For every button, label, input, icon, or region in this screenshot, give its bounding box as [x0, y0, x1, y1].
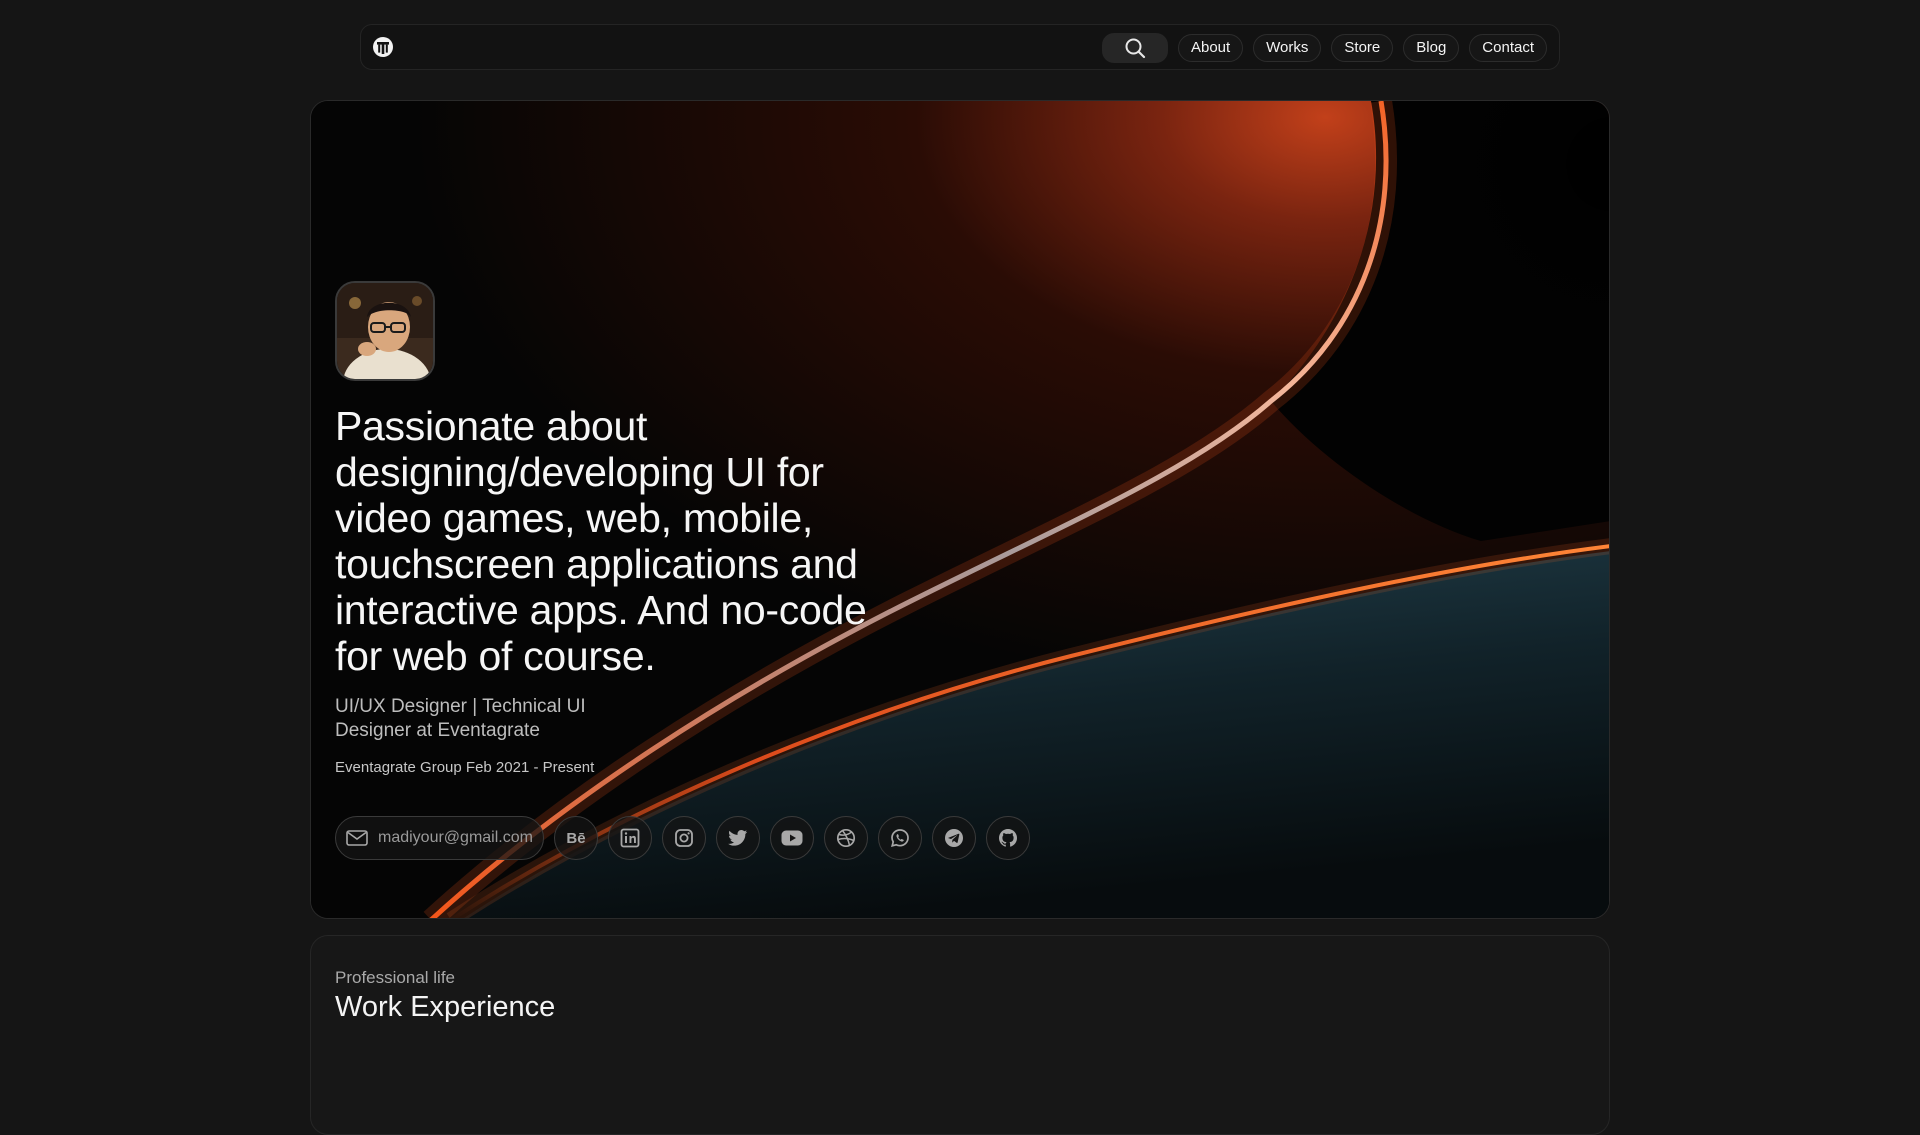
instagram-button[interactable] [661, 816, 706, 860]
avatar-portrait-image [337, 283, 433, 379]
work-kicker: Professional life [335, 968, 456, 987]
github-icon [998, 829, 1017, 847]
youtube-button[interactable] [769, 816, 814, 860]
top-nav: About Works Store Blog Contact [360, 24, 1560, 70]
github-button[interactable] [985, 816, 1030, 860]
whatsapp-button[interactable] [877, 816, 922, 860]
hero-company: Eventagrate Group Feb 2021 - Present [335, 759, 595, 776]
hero-role: UI/UX Designer | Technical UI Designer a… [335, 696, 586, 741]
nav-link-works[interactable]: Works [1253, 34, 1322, 62]
work-title: Work Experience [335, 991, 556, 1023]
hero-headline: Passionate about designing/developing UI… [335, 403, 867, 679]
avatar [335, 281, 435, 381]
mail-icon [346, 830, 368, 846]
search-icon [1125, 38, 1146, 59]
twitter-icon [728, 830, 748, 846]
behance-icon: Bē [566, 829, 586, 847]
youtube-icon [781, 830, 803, 846]
dribbble-button[interactable] [823, 816, 868, 860]
search-button[interactable] [1101, 33, 1168, 63]
telegram-icon [944, 829, 963, 847]
hero-card: Passionate about designing/developing UI… [310, 100, 1610, 919]
nav-link-blog[interactable]: Blog [1403, 34, 1460, 62]
email-text: madiyour@gmail.com [378, 829, 533, 846]
social-links: madiyour@gmail.com Bē [335, 816, 1030, 860]
work-experience-card: Professional life Work Experience [310, 935, 1610, 1135]
behance-button[interactable]: Bē [553, 816, 598, 860]
telegram-button[interactable] [931, 816, 976, 860]
t-logo-icon[interactable] [372, 36, 394, 58]
linkedin-icon [620, 828, 640, 848]
email-button[interactable]: madiyour@gmail.com [335, 816, 544, 860]
nav-link-store[interactable]: Store [1331, 34, 1394, 62]
nav-links: About Works Store Blog Contact [1101, 33, 1547, 63]
linkedin-button[interactable] [607, 816, 652, 860]
nav-link-contact[interactable]: Contact [1469, 34, 1547, 62]
dribbble-icon [836, 828, 856, 848]
whatsapp-icon [890, 829, 909, 847]
twitter-button[interactable] [715, 816, 760, 860]
nav-link-about[interactable]: About [1177, 34, 1244, 62]
instagram-icon [675, 829, 693, 847]
